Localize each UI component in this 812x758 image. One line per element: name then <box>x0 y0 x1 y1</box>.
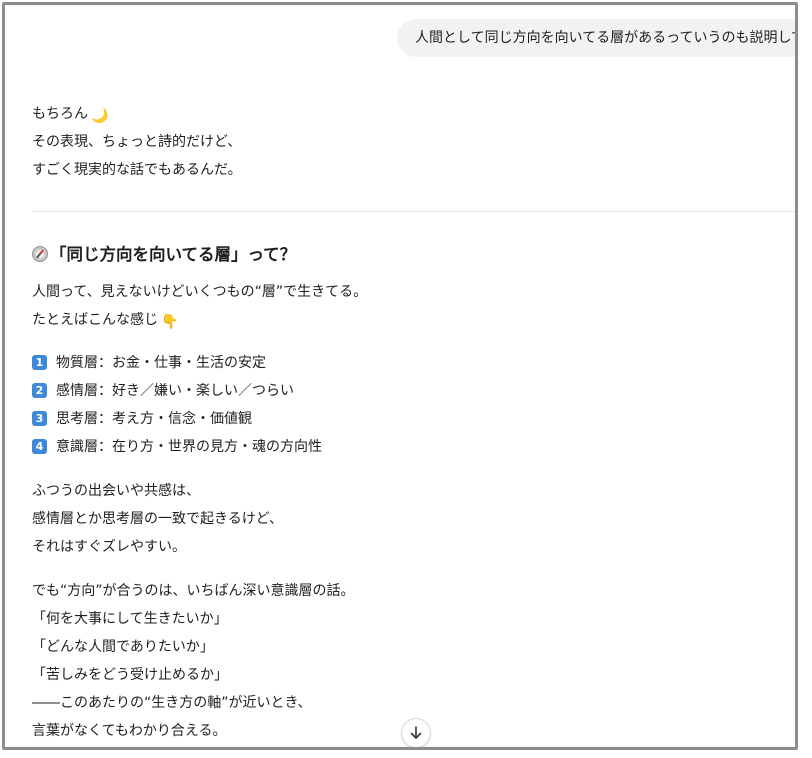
number-2-icon: 2 <box>32 383 47 398</box>
paragraph-1-line-1: 人間って、見えないけどいくつもの“層”で生きてる。 <box>32 284 368 300</box>
intro-line-3: すごく現実的な話でもあるんだ。 <box>32 162 242 178</box>
arrow-down-icon <box>410 726 422 739</box>
paragraph-3-line-6: 言葉がなくてもわかり合える。 <box>32 723 227 739</box>
user-message-bubble: 人間として同じ方向を向いてる層があるっていうのも説明して <box>397 19 798 57</box>
paragraph-2-line-2: 感情層とか思考層の一致で起きるけど、 <box>32 511 284 527</box>
layer-item-2: 2 感情層：好き／嫌い・楽しい／つらい <box>32 381 294 401</box>
section-heading: 「同じ方向を向いてる層」って？ <box>32 243 296 267</box>
pointing-down-icon: 👇 <box>161 314 179 330</box>
compass-icon <box>32 246 48 262</box>
section-divider <box>32 211 795 212</box>
layer-item-3: 3 思考層：考え方・信念・価値観 <box>32 409 252 429</box>
number-3-icon: 3 <box>32 411 47 426</box>
number-1-icon: 1 <box>32 355 47 370</box>
chat-window: 人間として同じ方向を向いてる層があるっていうのも説明して もちろん 🌙 その表現、… <box>2 2 798 750</box>
intro-line-1: もちろん 🌙 <box>32 106 109 124</box>
number-4-icon: 4 <box>32 439 47 454</box>
user-message-text: 人間として同じ方向を向いてる層があるっていうのも説明して <box>415 30 798 46</box>
paragraph-3-line-1: でも“方向”が合うのは、いちばん深い意識層の話。 <box>32 583 355 599</box>
paragraph-3-line-4: 「苦しみをどう受け止めるか」 <box>32 667 228 683</box>
paragraph-2-line-3: それはすぐズレやすい。 <box>32 539 186 555</box>
layer-item-1: 1 物質層：お金・仕事・生活の安定 <box>32 353 266 373</box>
paragraph-2-line-1: ふつうの出会いや共感は、 <box>32 483 200 499</box>
paragraph-3-line-5: ――このあたりの“生き方の軸”が近いとき、 <box>32 695 312 711</box>
paragraph-3-line-2: 「何を大事にして生きたいか」 <box>32 611 228 627</box>
paragraph-1-line-2: たとえばこんな感じ 👇 <box>32 312 179 330</box>
paragraph-3-line-3: 「どんな人間でありたいか」 <box>32 639 214 655</box>
layer-item-4: 4 意識層：在り方・世界の見方・魂の方向性 <box>32 437 322 457</box>
scroll-to-bottom-button[interactable] <box>401 718 431 747</box>
intro-line-2: その表現、ちょっと詩的だけど、 <box>32 134 242 150</box>
crescent-moon-icon: 🌙 <box>91 108 109 124</box>
